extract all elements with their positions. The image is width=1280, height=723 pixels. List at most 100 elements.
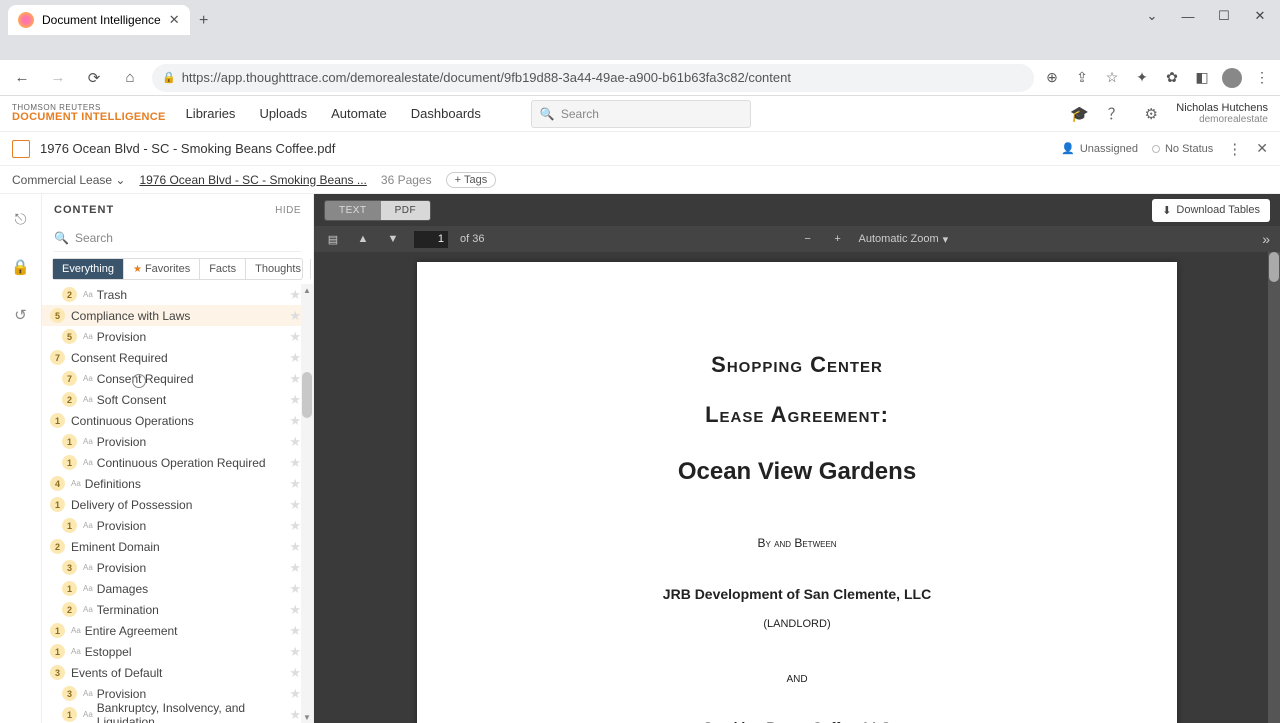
toggle-pdf[interactable]: PDF <box>381 201 431 220</box>
tree-item[interactable]: 1AaBankruptcy, Insolvency, and Liquidati… <box>42 704 301 723</box>
favorite-star-icon[interactable]: ★ <box>289 560 301 576</box>
breadcrumb-link[interactable]: 1976 Ocean Blvd - SC - Smoking Beans ... <box>139 173 366 187</box>
close-doc-icon[interactable]: ✕ <box>1256 140 1268 157</box>
tree-item[interactable]: 5AaProvision★ <box>42 326 301 347</box>
graduation-icon[interactable]: 🎓 <box>1068 103 1090 125</box>
kebab-icon[interactable]: ⋮ <box>1252 68 1272 88</box>
new-tab-button[interactable]: + <box>190 7 218 35</box>
favorite-star-icon[interactable]: ★ <box>289 434 301 450</box>
minimize-icon[interactable]: — <box>1176 4 1200 28</box>
expand-tools-icon[interactable]: » <box>1262 231 1270 247</box>
reload-button[interactable]: ⟳ <box>80 64 108 92</box>
tree-item[interactable]: 1Delivery of Possession★ <box>42 494 301 515</box>
tab-facts[interactable]: Facts <box>200 259 246 279</box>
favorite-star-icon[interactable]: ★ <box>289 539 301 555</box>
doc-type-dropdown[interactable]: Commercial Lease ⌄ <box>12 173 125 187</box>
tree-item[interactable]: 3AaProvision★ <box>42 557 301 578</box>
favorite-star-icon[interactable]: ★ <box>289 413 301 429</box>
toggle-text[interactable]: TEXT <box>325 201 381 220</box>
share-icon[interactable]: ⇪ <box>1072 68 1092 88</box>
scroll-thumb[interactable] <box>302 372 312 418</box>
page-up-icon[interactable]: ▲ <box>354 233 372 245</box>
maximize-icon[interactable]: ☐ <box>1212 4 1236 28</box>
favorite-star-icon[interactable]: ★ <box>289 350 301 366</box>
nav-uploads[interactable]: Uploads <box>259 106 307 121</box>
tree-item[interactable]: 7Consent Required★ <box>42 347 301 368</box>
brand[interactable]: THOMSON REUTERS DOCUMENT INTELLIGENCE <box>12 104 166 123</box>
tree-item[interactable]: 2AaSoft Consent★ <box>42 389 301 410</box>
nav-dashboards[interactable]: Dashboards <box>411 106 481 121</box>
sidebar-toggle-icon[interactable]: ▤ <box>324 233 342 246</box>
star-icon[interactable]: ☆ <box>1102 68 1122 88</box>
home-button[interactable]: ⌂ <box>116 64 144 92</box>
tree-item[interactable]: 1AaProvision★ <box>42 431 301 452</box>
favorite-star-icon[interactable]: ★ <box>289 308 301 324</box>
zoom-icon[interactable]: ⊕ <box>1042 68 1062 88</box>
favorite-star-icon[interactable]: ★ <box>289 455 301 471</box>
tab-thoughts[interactable]: Thoughts <box>246 259 311 279</box>
favorite-star-icon[interactable]: ★ <box>289 287 301 303</box>
help-icon[interactable]: ？ <box>1104 103 1126 125</box>
favorite-star-icon[interactable]: ★ <box>289 371 301 387</box>
tree-item[interactable]: 1AaContinuous Operation Required★ <box>42 452 301 473</box>
sidebar-scrollbar[interactable]: ▲ ▼ <box>301 284 313 723</box>
viewer-scrollbar[interactable] <box>1268 252 1280 723</box>
settings-icon[interactable]: ⚙ <box>1140 103 1162 125</box>
add-tags-button[interactable]: + Tags <box>446 172 497 188</box>
rail-activity-icon[interactable]: ⎋ <box>10 208 32 230</box>
hide-button[interactable]: HIDE <box>275 205 301 216</box>
tree-item[interactable]: 5Compliance with Laws★ <box>42 305 301 326</box>
puzzle-icon[interactable]: ✦ <box>1132 68 1152 88</box>
favorite-star-icon[interactable]: ★ <box>289 623 301 639</box>
favorite-star-icon[interactable]: ★ <box>289 476 301 492</box>
zoom-select[interactable]: Automatic Zoom ▾ <box>859 233 949 246</box>
app-search[interactable]: 🔍 Search <box>531 100 751 128</box>
tree-item[interactable]: 2Eminent Domain★ <box>42 536 301 557</box>
close-window-icon[interactable]: ✕ <box>1248 4 1272 28</box>
zoom-in-icon[interactable]: + <box>829 233 847 245</box>
scroll-up-icon[interactable]: ▲ <box>301 284 313 296</box>
browser-tab[interactable]: Document Intelligence ✕ <box>8 5 190 35</box>
tree-item[interactable]: 4AaDefinitions★ <box>42 473 301 494</box>
user-block[interactable]: Nicholas Hutchens demorealestate <box>1176 102 1268 125</box>
favorite-star-icon[interactable]: ★ <box>289 329 301 345</box>
forward-button[interactable]: → <box>44 64 72 92</box>
tree-item[interactable]: 1AaEntire Agreement★ <box>42 620 301 641</box>
sync-icon[interactable]: ◧ <box>1192 68 1212 88</box>
tab-favorites[interactable]: ★Favorites <box>124 259 200 279</box>
rail-lock-icon[interactable]: 🔒 <box>10 256 32 278</box>
favorite-star-icon[interactable]: ★ <box>289 581 301 597</box>
favorite-star-icon[interactable]: ★ <box>289 665 301 681</box>
favorite-star-icon[interactable]: ★ <box>289 686 301 702</box>
zoom-out-icon[interactable]: − <box>799 233 817 245</box>
tree-item[interactable]: 7AaConsent Required★ <box>42 368 301 389</box>
favorite-star-icon[interactable]: ★ <box>289 707 301 723</box>
chevron-down-icon[interactable]: ⌄ <box>1140 4 1164 28</box>
url-field[interactable]: 🔒 https://app.thoughttrace.com/demoreale… <box>152 64 1034 92</box>
extensions-icon[interactable]: ✿ <box>1162 68 1182 88</box>
download-tables-button[interactable]: ⬇ Download Tables <box>1152 199 1270 222</box>
rail-history-icon[interactable]: ↺ <box>10 304 32 326</box>
favorite-star-icon[interactable]: ★ <box>289 497 301 513</box>
tab-everything[interactable]: Everything <box>53 259 124 279</box>
favorite-star-icon[interactable]: ★ <box>289 392 301 408</box>
favorite-star-icon[interactable]: ★ <box>289 518 301 534</box>
page-input[interactable] <box>414 231 448 248</box>
assign-chip[interactable]: 👤 Unassigned <box>1061 142 1138 155</box>
sidebar-search[interactable]: 🔍 Search <box>54 224 301 252</box>
tree-item[interactable]: 1Continuous Operations★ <box>42 410 301 431</box>
tab-close-icon[interactable]: ✕ <box>169 12 180 28</box>
back-button[interactable]: ← <box>8 64 36 92</box>
tree-item[interactable]: 3Events of Default★ <box>42 662 301 683</box>
page-down-icon[interactable]: ▼ <box>384 233 402 245</box>
more-menu-icon[interactable]: ⋮ <box>1227 140 1242 158</box>
profile-avatar[interactable] <box>1222 68 1242 88</box>
favorite-star-icon[interactable]: ★ <box>289 602 301 618</box>
viewer-scroll-thumb[interactable] <box>1269 252 1279 282</box>
status-chip[interactable]: No Status <box>1152 143 1213 155</box>
tree-item[interactable]: 2AaTrash★ <box>42 284 301 305</box>
tree-item[interactable]: 2AaTermination★ <box>42 599 301 620</box>
nav-libraries[interactable]: Libraries <box>186 106 236 121</box>
tree-item[interactable]: 1AaProvision★ <box>42 515 301 536</box>
favorite-star-icon[interactable]: ★ <box>289 644 301 660</box>
